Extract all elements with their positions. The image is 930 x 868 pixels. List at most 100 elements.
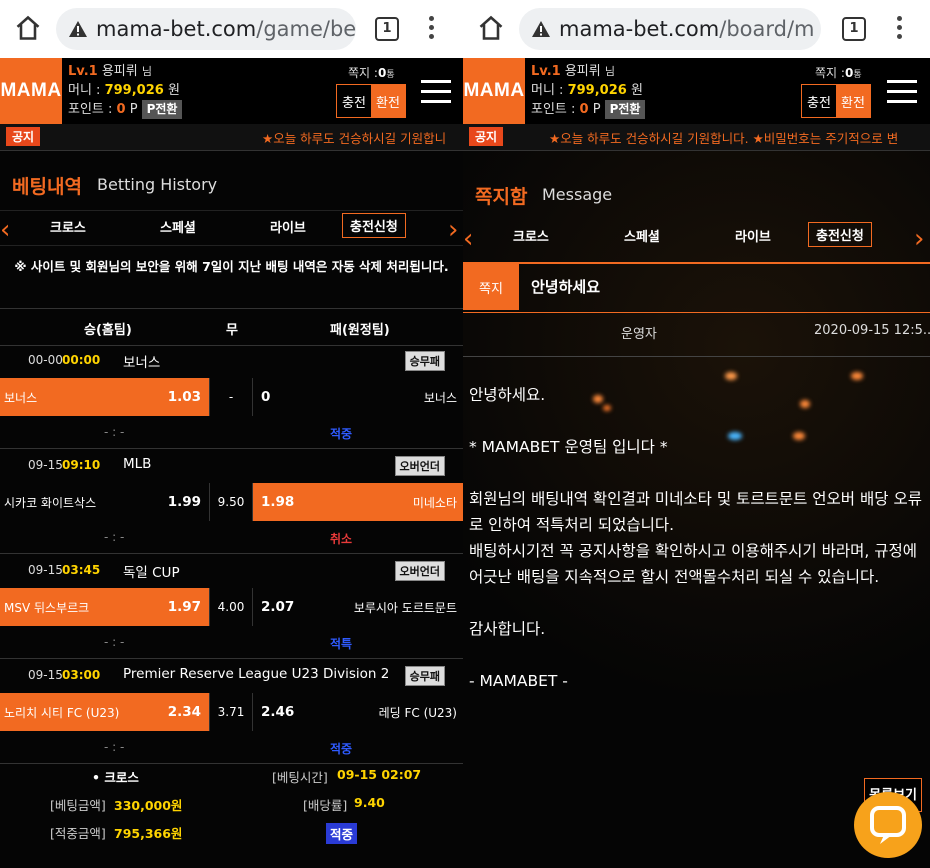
page-title: 쪽지함 [475,186,528,208]
draw-odds: 3.71 [217,705,245,719]
honorific: 님 [604,65,615,78]
money-unit: 원 [630,83,643,98]
bet-type-badge: 오버언더 [394,561,445,581]
chevron-right-icon[interactable]: › [448,215,458,245]
home-odds: 1.03 [167,389,201,405]
points-convert-button[interactable]: P전환 [604,100,646,119]
game-date: 00-00 [28,353,63,367]
game-time: 09:10 [62,458,101,472]
away-team: 보루시아 도르트문트 [353,600,457,615]
charge-button[interactable]: 충전 [337,85,371,117]
notice-text: ★오늘 하루도 건승하시길 기원합니 [262,131,447,146]
message-count[interactable]: 쪽지 :0통 [348,64,395,81]
category-tabs: ‹ 크로스 스페셜 라이브 충전신청 › [463,220,930,254]
tab-cross[interactable]: 크로스 [50,217,86,236]
notice-tag: 공지 [6,127,41,146]
result-row: - : - 적중 [0,416,463,449]
home-odds: 1.97 [167,599,201,615]
tab-live[interactable]: 라이브 [270,217,306,236]
home-odds: 2.34 [167,704,201,720]
exchange-button[interactable]: 환전 [371,85,405,117]
exchange-button[interactable]: 환전 [836,85,870,117]
tab-live[interactable]: 라이브 [735,226,771,245]
bet-summary: • 크로스 [베팅시간] 09-15 02:07 [베팅금액] 330,000원… [0,762,463,852]
result-status: 적특 [330,637,353,651]
total-odds: 9.40 [354,795,385,810]
category-tabs: ‹ 크로스 스페셜 라이브 충전신청 › [0,210,463,246]
score: - : - [104,530,125,544]
charge-exchange-group: 충전 환전 [801,84,871,118]
tab-charge-request[interactable]: 충전신청 [342,213,406,238]
site-logo[interactable]: MAMA [463,58,525,124]
charge-button[interactable]: 충전 [802,85,836,117]
user-nickname: 용피뤼 [564,64,601,79]
message-count[interactable]: 쪽지 :0통 [815,64,862,81]
odds-label: [배당률] [303,798,348,813]
chat-button[interactable] [854,792,922,858]
user-level: Lv.1 [68,64,98,79]
league-name: Premier Reserve League U23 Division 2 [123,666,390,682]
game-time: 03:00 [62,668,101,682]
more-menu-icon[interactable] [428,16,434,42]
address-bar[interactable]: mama-bet.com/board/m [519,8,821,50]
notice-tag: 공지 [469,127,504,146]
user-nickname: 용피뤼 [101,64,138,79]
away-team: 미네소타 [412,495,457,510]
away-team: 보너스 [423,390,457,405]
notice-bar: 공지 ★오늘 하루도 건승하시길 기원합니다. ★비밀번호는 주기적으로 변 [463,124,930,151]
points-label: 포인트 : [68,102,113,117]
home-icon[interactable] [477,14,505,42]
betting-history-screen: mama-bet.com/game/be 1 MAMA Lv.1 용피뤼 님 머… [0,0,463,868]
chevron-left-icon[interactable]: ‹ [463,224,473,254]
points-value: 0 [116,102,126,117]
away-team: 레딩 FC (U23) [378,705,457,720]
points-unit: P [592,102,601,117]
tab-special[interactable]: 스페셜 [624,226,660,245]
home-team: 노리치 시티 FC (U23) [4,705,120,720]
away-odds-cell: 0 보너스 [253,378,463,416]
chevron-right-icon[interactable]: › [914,224,924,254]
more-menu-icon[interactable] [896,16,902,42]
points-label: 포인트 : [531,102,576,117]
home-team: 보너스 [4,390,38,405]
hamburger-menu-icon[interactable] [421,80,451,104]
league-name: MLB [123,456,152,472]
message-count-unit: 통 [386,70,395,80]
message-line: - MAMABET - [469,672,568,690]
site-logo[interactable]: MAMA [0,58,62,124]
user-info: Lv.1 용피뤼 님 머니 : 799,026 원 포인트 : 0 P P전환 [531,62,646,119]
chat-bubble-icon [870,806,906,844]
user-level: Lv.1 [531,64,561,79]
tab-count-icon[interactable]: 1 [842,17,866,41]
bet-amount-label: [베팅금액] [50,798,106,813]
message-title-bar: 쪽지 안녕하세요 [463,262,930,313]
bet-row: 09-15 09:10 MLB 오버언더 시카코 화이트삭스 1.99 9.50 1.98 미네… [0,449,463,554]
score: - : - [104,635,125,649]
game-date: 09-15 [28,563,63,577]
home-icon[interactable] [14,14,42,42]
tab-special[interactable]: 스페셜 [160,217,196,236]
game-meta: 09-15 03:00 Premier Reserve League U23 Div… [0,659,463,693]
chevron-left-icon[interactable]: ‹ [0,215,10,245]
money-value: 799,026 [567,83,627,98]
odds-row: 보너스 1.03 - 0 보너스 [0,378,463,416]
message-line: 감사합니다. [469,620,546,638]
warning-icon [532,21,550,37]
page-title: 베팅내역 [12,176,82,198]
message-count-unit: 통 [853,70,862,80]
tab-count-icon[interactable]: 1 [375,17,399,41]
away-odds: 2.07 [261,599,295,615]
bet-type-badge: 오버언더 [394,456,445,476]
site-header: MAMA Lv.1 용피뤼 님 머니 : 799,026 원 포인트 : 0 P… [0,58,463,124]
bet-row: 09-15 03:00 Premier Reserve League U23 Div… [0,659,463,764]
message-sender: 운영자 [621,327,657,342]
address-bar[interactable]: mama-bet.com/game/be [56,8,356,50]
hamburger-menu-icon[interactable] [887,80,917,104]
table-header: 승(홈팀) 무 패(원정팀) [0,308,463,346]
points-convert-button[interactable]: P전환 [141,100,183,119]
tab-charge-request[interactable]: 충전신청 [808,222,872,247]
tab-cross[interactable]: 크로스 [513,226,549,245]
